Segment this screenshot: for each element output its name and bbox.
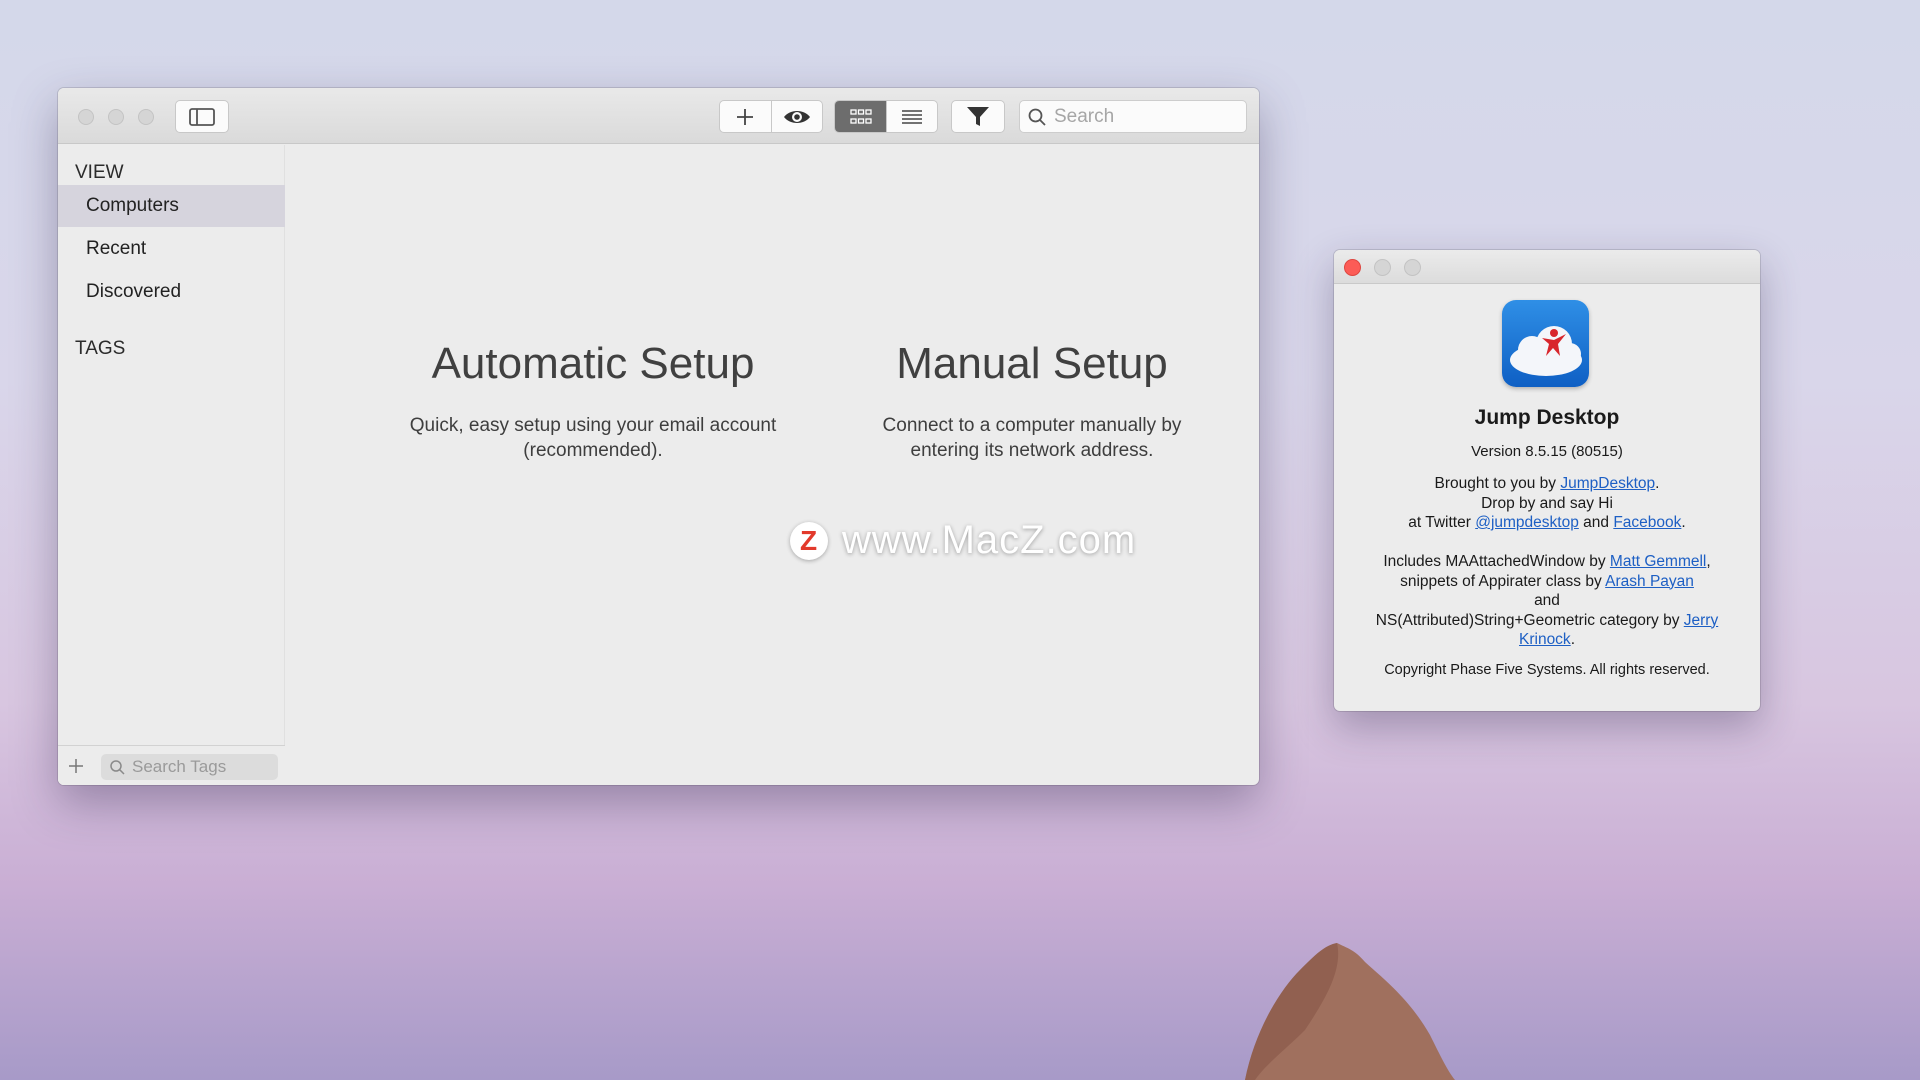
plus-icon [737,108,754,125]
ns-prefix: NS(Attributed)String+Geometric category … [1375,611,1684,629]
list-view-button[interactable] [886,101,937,132]
automatic-setup-description: Quick, easy setup using your email accou… [373,413,813,463]
filter-icon [967,106,989,126]
view-mode-segment [834,100,938,133]
grid-icon [850,108,872,124]
sidebar-item-label: Recent [86,238,147,259]
credits-block-2: Includes MAAttachedWindow by Matt Gemmel… [1354,552,1740,650]
preview-button[interactable] [770,101,823,132]
brought-prefix: Brought to you by [1434,475,1561,492]
comma: , [1706,553,1711,570]
snippets-prefix: snippets of Appirater class by [1400,572,1606,590]
automatic-setup-title: Automatic Setup [431,339,755,388]
jerry-krinock-link-part-1[interactable]: Jerry [1684,612,1718,629]
manual-setup-description: Connect to a computer manually by enteri… [812,413,1252,463]
list-icon [902,109,923,124]
watermark: Z www.MacZ.com [790,518,1136,563]
add-tag-button[interactable] [64,754,88,778]
titlebar: Search [58,88,1259,144]
manual-setup-option[interactable]: Manual Setup Connect to a computer manua… [812,339,1252,463]
about-zoom-button[interactable] [1404,259,1421,276]
grid-view-button[interactable] [835,101,887,132]
jumpdesktop-link[interactable]: JumpDesktop [1560,475,1655,492]
search-placeholder: Search [1054,105,1115,127]
eye-icon [783,110,810,123]
view-section-heading: VIEW [75,162,124,183]
about-window: Jump Desktop Version 8.5.15 (80515) Brou… [1334,250,1760,711]
sidebar-icon [189,107,215,126]
jerry-krinock-link-part-2[interactable]: Krinock [1519,631,1571,648]
automatic-desc-line-2: (recommended). [523,440,663,461]
plus-icon [69,759,83,773]
brought-suffix: . [1655,475,1660,492]
sidebar: VIEW Computers Recent Discovered TAGS Se… [58,145,285,785]
drop-by-line: Drop by and say Hi [1481,494,1613,512]
search-icon [1028,108,1046,126]
credits-block-1: Brought to you by JumpDesktop. Drop by a… [1334,474,1760,533]
desktop-rock-image [1245,943,1455,1080]
sidebar-item-label: Discovered [86,281,182,302]
add-computer-button[interactable] [720,101,771,132]
minimize-window-button[interactable] [108,109,124,125]
zoom-window-button[interactable] [138,109,154,125]
about-titlebar [1334,250,1760,284]
includes-line: Includes MAAttachedWindow by Matt Gemmel… [1354,552,1740,572]
about-minimize-button[interactable] [1374,259,1391,276]
includes-prefix: Includes MAAttachedWindow by [1383,553,1610,570]
jump-desktop-main-window: Search VIEW Computers Recent Discovered … [58,88,1259,785]
about-close-button[interactable] [1344,259,1361,276]
search-icon [110,759,125,775]
sidebar-item-discovered[interactable]: Discovered [58,271,285,313]
twitter-line: at Twitter @jumpdesktop and Facebook. [1334,513,1760,533]
brought-line: Brought to you by JumpDesktop. [1334,474,1760,494]
sidebar-footer: Search Tags [58,745,285,785]
ns-line: NS(Attributed)String+Geometric category … [1354,611,1740,650]
and-word: and [1578,514,1614,531]
toggle-sidebar-button[interactable] [175,100,229,133]
sidebar-item-computers[interactable]: Computers [58,185,285,227]
twitter-link[interactable]: @jumpdesktop [1475,514,1579,531]
search-input[interactable]: Search [1019,100,1247,133]
close-window-button[interactable] [78,109,94,125]
main-content: Automatic Setup Quick, easy setup using … [286,145,1259,785]
add-view-segment [719,100,823,133]
jump-desktop-app-icon [1502,300,1589,387]
snippets-line: snippets of Appirater class by Arash Pay… [1354,572,1740,592]
automatic-setup-option[interactable]: Automatic Setup Quick, easy setup using … [373,339,813,463]
manual-setup-title: Manual Setup [896,339,1168,388]
search-tags-placeholder: Search Tags [132,757,227,776]
copyright-text: Copyright Phase Five Systems. All rights… [1384,662,1710,678]
period: . [1570,631,1575,648]
arash-payan-link[interactable]: Arash Payan [1605,573,1694,590]
matt-gemmell-link[interactable]: Matt Gemmell [1610,553,1706,570]
period: . [1681,514,1686,531]
search-tags-input[interactable]: Search Tags [101,754,278,780]
manual-desc-line-2: entering its network address. [910,440,1154,461]
sidebar-item-label: Computers [86,195,179,216]
sidebar-item-recent[interactable]: Recent [58,228,285,270]
tags-section-heading: TAGS [75,338,126,359]
twitter-prefix: at Twitter [1408,514,1476,531]
manual-desc-line-1: Connect to a computer manually by [882,415,1182,436]
automatic-desc-line-1: Quick, easy setup using your email accou… [409,415,777,436]
and-line: and [1534,592,1560,609]
facebook-link[interactable]: Facebook [1613,514,1681,531]
app-name: Jump Desktop [1474,406,1620,429]
app-version: Version 8.5.15 (80515) [1471,443,1623,460]
filter-button[interactable] [951,100,1005,133]
watermark-logo-icon: Z [790,521,828,560]
watermark-text: www.MacZ.com [842,518,1137,562]
